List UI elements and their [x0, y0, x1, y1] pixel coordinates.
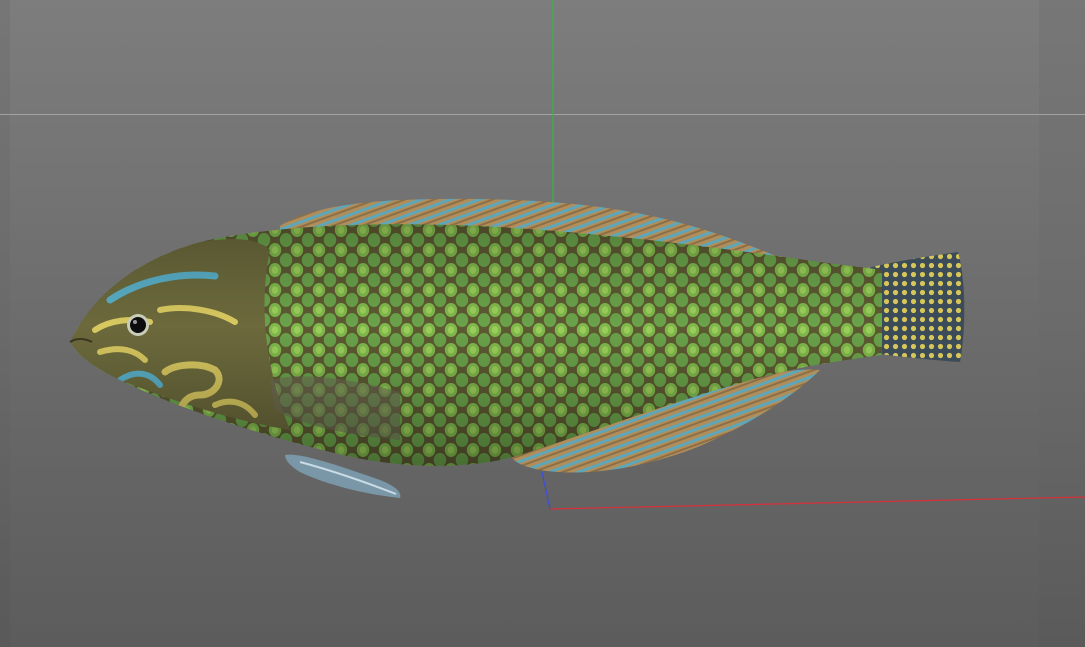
- x-axis-line: [549, 496, 1085, 510]
- fish-model[interactable]: [60, 198, 965, 498]
- 3d-viewport[interactable]: [0, 0, 1085, 647]
- pupil: [130, 317, 146, 333]
- z-axis-line: [541, 471, 551, 510]
- scene-canvas[interactable]: [0, 0, 1085, 647]
